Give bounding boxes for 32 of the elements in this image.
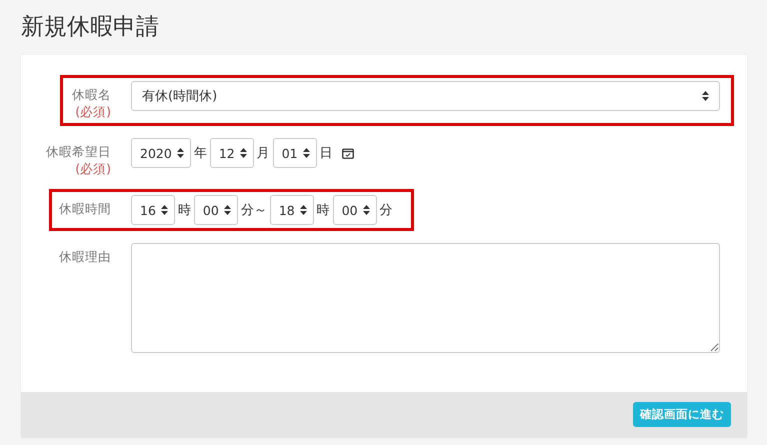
unit-label: 年 xyxy=(194,145,207,162)
unit-label: 時 xyxy=(316,202,330,219)
number-select[interactable]: 00 xyxy=(194,195,238,225)
field-label: 休暇理由 xyxy=(59,248,111,265)
field-label: 休暇名 xyxy=(72,86,111,103)
field-label: 休暇希望日 xyxy=(46,143,111,160)
reason-field[interactable] xyxy=(131,243,720,353)
up-down-icon xyxy=(224,205,231,215)
up-down-icon xyxy=(300,205,307,215)
number-select[interactable]: 16 xyxy=(131,195,175,225)
up-down-icon xyxy=(240,148,247,158)
up-down-icon xyxy=(302,148,310,158)
required-label: (必須) xyxy=(75,160,111,177)
number-select[interactable]: 18 xyxy=(270,195,314,225)
up-down-icon xyxy=(362,205,370,215)
required-label: (必須) xyxy=(75,103,111,120)
number-select[interactable]: 2020 xyxy=(131,138,191,168)
number-select[interactable]: 01 xyxy=(272,138,317,168)
unit-label: 月 xyxy=(256,145,270,162)
select-field[interactable]: 有休(時間休) xyxy=(131,81,720,111)
up-down-icon xyxy=(160,205,168,215)
number-select[interactable]: 12 xyxy=(210,138,254,168)
up-down-icon xyxy=(176,148,184,158)
unit-label: 日 xyxy=(320,145,333,162)
number-select[interactable]: 00 xyxy=(332,195,377,225)
page-title: 新規休暇申請 xyxy=(21,13,160,42)
up-down-icon xyxy=(702,91,709,101)
unit-label: 時 xyxy=(178,202,191,219)
field-label: 休暇時間 xyxy=(59,200,111,217)
unit-label: 分～ xyxy=(240,202,267,219)
calendar-icon[interactable] xyxy=(342,148,354,158)
unit-label: 分 xyxy=(380,202,393,219)
